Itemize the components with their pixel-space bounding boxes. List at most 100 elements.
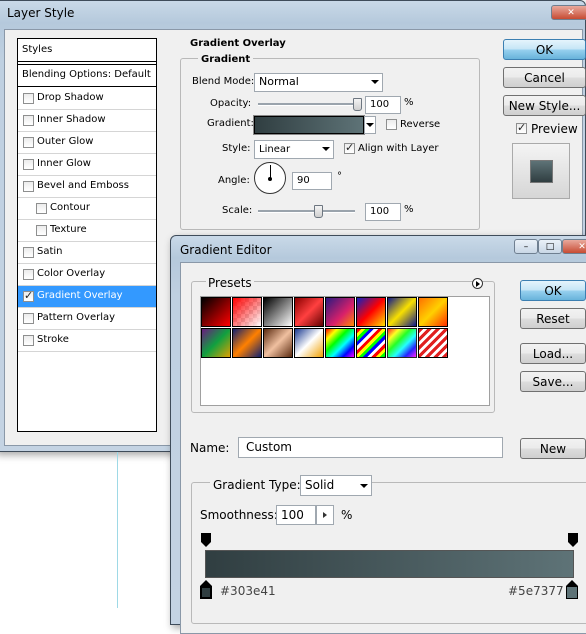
presets-label: Presets bbox=[206, 276, 254, 290]
opacity-stop-right[interactable] bbox=[568, 533, 578, 547]
style-item-label: Texture bbox=[50, 224, 87, 235]
style-item[interactable]: Stroke bbox=[18, 330, 156, 352]
style-item[interactable]: Pattern Overlay bbox=[18, 308, 156, 330]
opacity-percent: % bbox=[404, 97, 414, 108]
style-item[interactable]: Texture bbox=[18, 220, 156, 242]
scale-slider[interactable] bbox=[258, 210, 355, 213]
style-item-checkbox[interactable] bbox=[36, 203, 47, 214]
preset-swatch[interactable] bbox=[232, 297, 262, 327]
angle-label: Angle: bbox=[218, 175, 250, 186]
new-gradient-button[interactable]: New bbox=[520, 438, 586, 459]
degree-symbol: ° bbox=[337, 171, 342, 182]
blend-mode-select[interactable]: Normal bbox=[254, 73, 383, 92]
opacity-slider-thumb[interactable] bbox=[353, 98, 362, 111]
close-icon[interactable]: ✕ bbox=[562, 239, 586, 254]
style-item-checkbox[interactable] bbox=[23, 247, 34, 258]
style-item-label: Bevel and Emboss bbox=[37, 180, 129, 191]
editor-reset-button[interactable]: Reset bbox=[520, 308, 586, 329]
style-item[interactable]: Bevel and Emboss bbox=[18, 176, 156, 198]
scale-label: Scale: bbox=[222, 205, 253, 216]
name-label: Name: bbox=[190, 441, 230, 455]
style-item[interactable]: Satin bbox=[18, 242, 156, 264]
style-item[interactable]: Gradient Overlay bbox=[18, 286, 156, 308]
style-item-checkbox[interactable] bbox=[23, 115, 34, 126]
preset-swatch[interactable] bbox=[356, 328, 386, 358]
angle-input[interactable]: 90 bbox=[292, 172, 332, 190]
preset-swatch[interactable] bbox=[294, 297, 324, 327]
minimize-icon[interactable]: – bbox=[514, 239, 538, 254]
scale-slider-thumb[interactable] bbox=[314, 205, 324, 218]
layer-style-title: Layer Style bbox=[7, 6, 75, 20]
preview-checkbox[interactable] bbox=[516, 121, 527, 134]
style-item[interactable]: Inner Glow bbox=[18, 154, 156, 176]
style-item-checkbox[interactable] bbox=[23, 313, 34, 324]
styles-header[interactable]: Styles bbox=[18, 39, 156, 62]
preset-swatch[interactable] bbox=[263, 328, 293, 358]
align-with-layer-checkbox[interactable] bbox=[344, 141, 355, 154]
style-item-label: Inner Glow bbox=[37, 158, 91, 169]
preset-swatch[interactable] bbox=[232, 328, 262, 358]
preset-swatch[interactable] bbox=[263, 297, 293, 327]
style-item-label: Contour bbox=[50, 202, 90, 213]
name-input[interactable]: Custom bbox=[238, 437, 503, 458]
smoothness-input[interactable]: 100 bbox=[276, 505, 316, 525]
editor-ok-button[interactable]: OK bbox=[520, 280, 586, 301]
reverse-checkbox[interactable] bbox=[386, 119, 397, 130]
opacity-stop-left[interactable] bbox=[201, 533, 211, 547]
editor-save-button[interactable]: Save... bbox=[520, 371, 586, 392]
style-item-checkbox[interactable] bbox=[36, 225, 47, 236]
smoothness-stepper[interactable] bbox=[316, 505, 334, 525]
preset-swatch[interactable] bbox=[356, 297, 386, 327]
style-item-checkbox[interactable] bbox=[23, 93, 34, 104]
cancel-button[interactable]: Cancel bbox=[503, 67, 586, 88]
gradient-type-label: Gradient Type: bbox=[210, 478, 304, 492]
preset-swatch[interactable] bbox=[294, 328, 324, 358]
angle-dial[interactable] bbox=[254, 162, 286, 194]
style-item-checkbox[interactable] bbox=[23, 269, 34, 280]
style-item[interactable]: Inner Shadow bbox=[18, 110, 156, 132]
new-style-button[interactable]: New Style... bbox=[503, 95, 586, 116]
section-title: Gradient Overlay bbox=[190, 38, 286, 49]
preset-swatch[interactable] bbox=[387, 297, 417, 327]
maximize-icon[interactable]: □ bbox=[538, 239, 562, 254]
opacity-slider[interactable] bbox=[258, 103, 358, 106]
preset-swatch[interactable] bbox=[325, 328, 355, 358]
style-item-checkbox[interactable] bbox=[23, 289, 34, 302]
gradient-bar[interactable] bbox=[205, 550, 574, 578]
style-select[interactable]: Linear bbox=[254, 140, 334, 159]
blend-mode-label: Blend Mode: bbox=[192, 76, 255, 87]
style-item[interactable]: Color Overlay bbox=[18, 264, 156, 286]
ok-button[interactable]: OK bbox=[503, 39, 586, 60]
style-item-checkbox[interactable] bbox=[23, 137, 34, 148]
gradient-type-select[interactable]: Solid bbox=[300, 475, 372, 496]
preset-swatch[interactable] bbox=[418, 297, 448, 327]
opacity-label: Opacity: bbox=[210, 98, 252, 109]
gradient-dropdown[interactable] bbox=[364, 116, 376, 134]
chevron-down-icon bbox=[322, 147, 330, 151]
style-item[interactable]: Drop Shadow bbox=[18, 88, 156, 110]
style-item-checkbox[interactable] bbox=[23, 335, 34, 346]
presets-menu-icon[interactable] bbox=[472, 278, 483, 289]
preset-swatch[interactable] bbox=[418, 328, 448, 358]
style-item-checkbox[interactable] bbox=[23, 181, 34, 192]
preset-swatch[interactable] bbox=[325, 297, 355, 327]
smoothness-percent: % bbox=[341, 508, 353, 522]
preset-swatch[interactable] bbox=[201, 328, 231, 358]
style-item-label: Gradient Overlay bbox=[37, 290, 123, 301]
style-item[interactable]: Outer Glow bbox=[18, 132, 156, 154]
preset-swatch[interactable] bbox=[387, 328, 417, 358]
smoothness-label: Smoothness: bbox=[200, 508, 278, 522]
scale-input[interactable]: 100 bbox=[365, 203, 401, 221]
opacity-input[interactable]: 100 bbox=[365, 96, 401, 114]
style-item[interactable]: Contour bbox=[18, 198, 156, 220]
style-value: Linear bbox=[259, 144, 291, 155]
gradient-preview[interactable] bbox=[253, 115, 365, 135]
preview-label: Preview bbox=[531, 122, 578, 136]
close-icon[interactable]: ✕ bbox=[551, 5, 586, 20]
editor-load-button[interactable]: Load... bbox=[520, 343, 586, 364]
color-stop-left[interactable] bbox=[200, 580, 212, 600]
style-item-checkbox[interactable] bbox=[23, 159, 34, 170]
blending-options-item[interactable]: Blending Options: Default bbox=[18, 64, 156, 87]
color-stop-right[interactable] bbox=[566, 580, 578, 600]
preset-swatch[interactable] bbox=[201, 297, 231, 327]
